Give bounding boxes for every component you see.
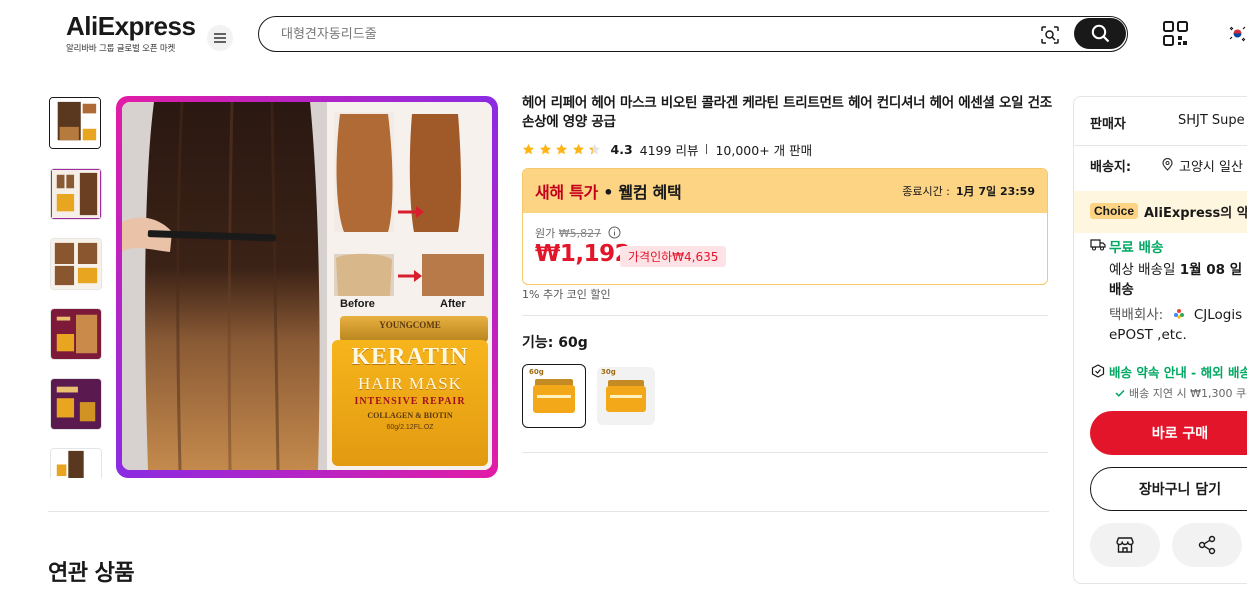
intensive-label: INTENSIVE REPAIR bbox=[354, 396, 466, 407]
brand-label: YOUNGCOME bbox=[379, 320, 441, 330]
sku-option-60g[interactable]: 60g bbox=[522, 364, 586, 428]
seller-label: 판매자 bbox=[1090, 117, 1126, 132]
star-full-icon bbox=[522, 143, 535, 154]
free-shipping: 무료 배송 bbox=[1109, 240, 1164, 256]
related-products-heading: 연관 상품 bbox=[48, 561, 135, 586]
main-product-image[interactable]: Before After YOUNGCOME KERATIN HAIR MASK… bbox=[116, 96, 498, 478]
hair-mask-label: HAIR MASK bbox=[358, 374, 462, 393]
search-button[interactable] bbox=[1074, 18, 1126, 49]
sale-banner: 새해 특가 • 웰컴 혜택 종료시간 :1月 7일 23:59 bbox=[523, 169, 1047, 213]
choice-banner: Choice AliExpress의 약속 bbox=[1074, 191, 1247, 233]
divider bbox=[48, 511, 1049, 512]
sale-title: 새해 특가 • 웰컴 혜택 bbox=[535, 183, 682, 202]
current-price: ₩1,192 bbox=[535, 241, 631, 267]
star-full-icon bbox=[539, 143, 551, 154]
store-button[interactable] bbox=[1090, 523, 1160, 567]
hamburger-icon bbox=[214, 33, 226, 43]
sku-size-tag: 30g bbox=[601, 368, 616, 376]
original-price: 원가 ₩5,827 bbox=[535, 225, 621, 241]
divider bbox=[1074, 145, 1247, 146]
buy-now-button[interactable]: 바로 구매 bbox=[1090, 411, 1247, 455]
star-full-icon bbox=[555, 143, 568, 154]
info-icon[interactable] bbox=[608, 226, 621, 239]
divider bbox=[522, 452, 1048, 453]
logo-text: AliExpress bbox=[66, 11, 196, 41]
star-partial-icon bbox=[588, 143, 601, 154]
thumbnail-2[interactable] bbox=[50, 168, 102, 220]
courier-info: 택배회사: CJLogis ePOST ,etc. bbox=[1109, 307, 1243, 343]
logo-subtitle: 알리바바 그룹 글로벌 오픈 마켓 bbox=[66, 44, 176, 54]
thumbnail-6[interactable] bbox=[50, 448, 102, 478]
korea-flag-icon[interactable] bbox=[1228, 24, 1247, 43]
price-box: 새해 특가 • 웰컴 혜택 종료시간 :1月 7일 23:59 원가 ₩5,82… bbox=[522, 168, 1048, 285]
search-bar bbox=[258, 16, 1128, 52]
keratin-label: KERATIN bbox=[351, 344, 469, 370]
discount-badge: 가격인하₩4,635 bbox=[620, 246, 727, 267]
option-label: 기능: 60g bbox=[522, 335, 588, 351]
purchase-panel: 판매자 SHJT Supe 배송지: 고양시 일산 Choice AliExpr… bbox=[1073, 96, 1247, 584]
sale-end-time: 종료시간 :1月 7일 23:59 bbox=[902, 185, 1035, 198]
sku-size-tag: 60g bbox=[529, 368, 544, 376]
sold-count: 10,000+ 개 판매 bbox=[715, 142, 813, 158]
star-full-icon bbox=[572, 143, 584, 154]
check-icon bbox=[1115, 389, 1125, 397]
delivery-guarantee-icon bbox=[1091, 364, 1105, 378]
after-label: After bbox=[440, 298, 466, 310]
choice-promise-title: AliExpress의 약속 bbox=[1144, 206, 1247, 221]
delay-coupon-note: 배송 지연 시 ₩1,300 쿠폰 bbox=[1129, 387, 1247, 400]
collagen-label: COLLAGEN & BIOTIN bbox=[367, 411, 453, 420]
divider bbox=[522, 315, 1048, 316]
menu-button[interactable] bbox=[207, 25, 233, 51]
before-label: Before bbox=[340, 298, 375, 310]
ship-to-location[interactable]: 고양시 일산 bbox=[1179, 156, 1243, 175]
review-count[interactable]: 4199 리뷰 bbox=[640, 140, 699, 159]
rating-value: 4.3 bbox=[610, 141, 633, 157]
image-search-icon[interactable] bbox=[1039, 24, 1061, 46]
share-button[interactable] bbox=[1172, 523, 1242, 567]
courier-logo-icon bbox=[1173, 309, 1184, 319]
thumbnail-4[interactable] bbox=[50, 308, 102, 360]
thumbnail-3[interactable] bbox=[50, 238, 102, 290]
thumbnail-1[interactable] bbox=[49, 97, 101, 149]
search-input[interactable] bbox=[281, 24, 1021, 44]
choice-badge: Choice bbox=[1090, 203, 1139, 219]
share-icon bbox=[1198, 535, 1216, 555]
qr-code-icon[interactable] bbox=[1162, 20, 1190, 52]
store-icon bbox=[1116, 537, 1134, 553]
size-label: 60g/2.12FL.OZ bbox=[386, 424, 434, 431]
sku-option-30g[interactable]: 30g bbox=[597, 367, 655, 425]
truck-icon bbox=[1090, 239, 1106, 251]
delivery-estimate: 예상 배송일 1월 08 일 배송 bbox=[1109, 262, 1243, 298]
search-icon bbox=[1091, 24, 1109, 43]
seller-name[interactable]: SHJT Supe bbox=[1178, 113, 1245, 128]
delivery-promise-link[interactable]: 배송 약속 안내 - 해외 배송 bbox=[1109, 362, 1247, 381]
thumbnail-5[interactable] bbox=[50, 378, 102, 430]
location-pin-icon bbox=[1162, 158, 1173, 171]
add-to-cart-button[interactable]: 장바구니 담기 bbox=[1090, 467, 1247, 511]
product-title: 헤어 리페어 헤어 마스크 비오틴 콜라겐 케라틴 트리트먼트 헤어 컨디셔너 … bbox=[522, 95, 1052, 130]
coin-discount: 1% 추가 코인 할인 bbox=[522, 288, 611, 301]
rating-row[interactable]: 4.3 4199 리뷰 10,000+ 개 판매 bbox=[522, 140, 812, 158]
divider bbox=[706, 144, 708, 154]
aliexpress-logo[interactable]: AliExpress 알리바바 그룹 글로벌 오픈 마켓 bbox=[66, 11, 196, 54]
ship-to-label: 배송지: bbox=[1090, 160, 1132, 175]
